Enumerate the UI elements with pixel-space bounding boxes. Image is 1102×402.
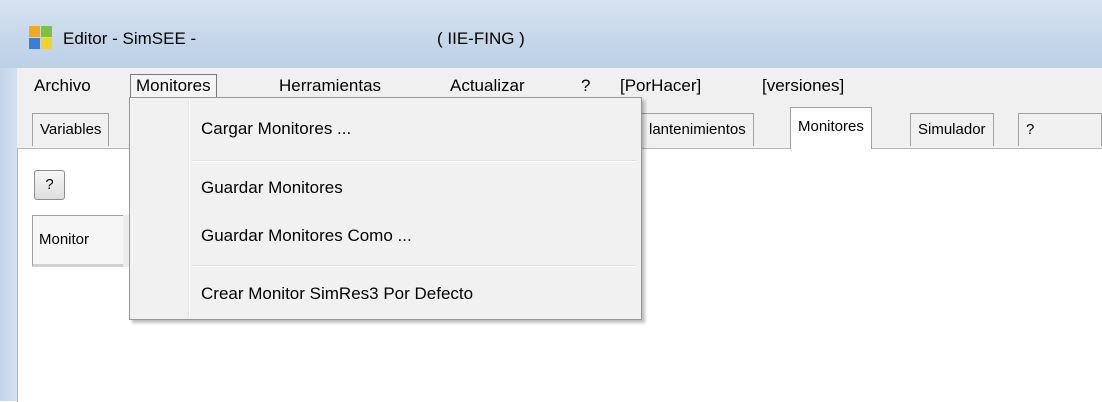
tab-monitor[interactable]: Monitor — [32, 215, 126, 267]
tab-simulador[interactable]: Simulador — [910, 113, 994, 146]
menu-icon-gutter — [188, 100, 190, 317]
menu-separator — [192, 160, 636, 162]
menu-porhacer[interactable]: [PorHacer] — [615, 74, 706, 98]
window-left-frame — [0, 68, 17, 401]
menu-monitores[interactable]: Monitores — [130, 74, 217, 98]
menu-item-crear-monitor-simres3[interactable]: Crear Monitor SimRes3 Por Defecto — [201, 280, 621, 308]
simsee-app-icon — [29, 26, 53, 50]
tab-help[interactable]: ? — [1018, 113, 1102, 146]
window-title-org: ( IIE-FING ) — [437, 29, 525, 48]
tab-monitores[interactable]: Monitores — [790, 107, 872, 149]
tab-variables[interactable]: Variables — [32, 113, 110, 146]
title-bar: Editor - SimSEE - ( IIE-FING ) — [0, 0, 1102, 68]
menu-help[interactable]: ? — [576, 74, 595, 98]
monitores-dropdown-menu: Cargar Monitores ... Guardar Monitores G… — [129, 97, 642, 320]
menu-separator — [192, 265, 636, 267]
menu-item-cargar-monitores[interactable]: Cargar Monitores ... — [201, 115, 621, 143]
menu-archivo[interactable]: Archivo — [29, 74, 96, 98]
menu-item-guardar-monitores-como[interactable]: Guardar Monitores Como ... — [201, 222, 621, 250]
menu-versiones[interactable]: [versiones] — [757, 74, 849, 98]
tab-mantenimientos[interactable]: lantenimientos — [641, 113, 754, 146]
window-title: Editor - SimSEE - — [63, 29, 197, 48]
menu-herramientas[interactable]: Herramientas — [274, 74, 386, 98]
app-window: Editor - SimSEE - ( IIE-FING ) Archivo M… — [0, 0, 1102, 402]
menu-item-guardar-monitores[interactable]: Guardar Monitores — [201, 174, 621, 202]
menu-actualizar[interactable]: Actualizar — [445, 74, 530, 98]
help-button[interactable]: ? — [34, 170, 65, 200]
